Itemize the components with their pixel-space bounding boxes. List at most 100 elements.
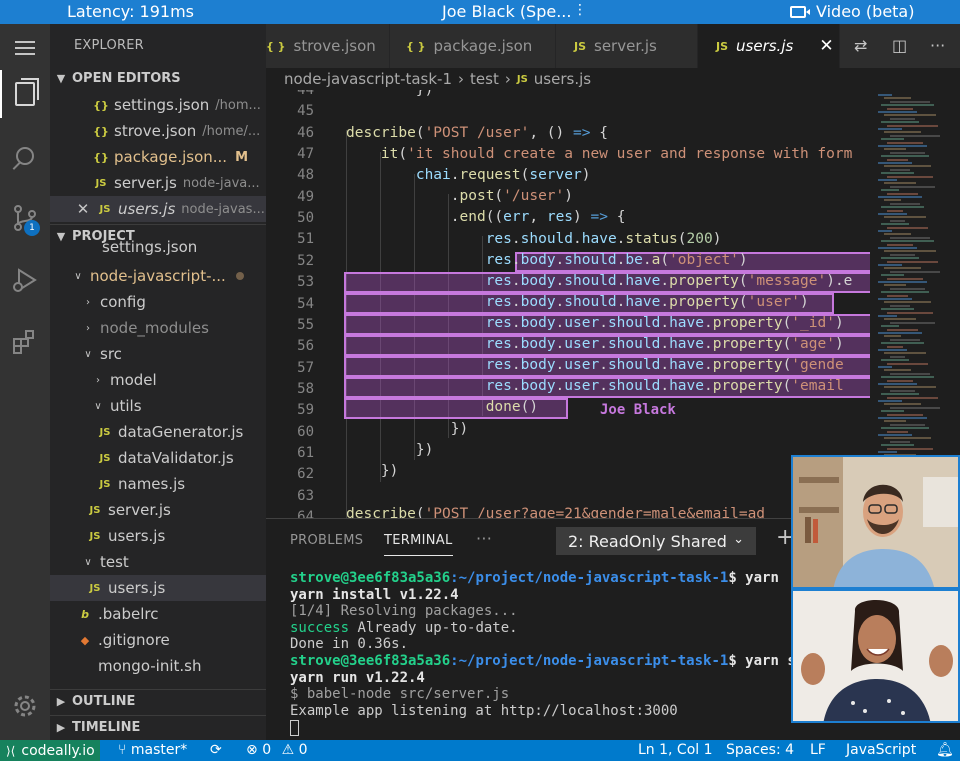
open-editors-header[interactable]: ▼ OPEN EDITORS [50,66,266,90]
menu-button[interactable] [0,24,50,72]
minimap-line [878,417,927,419]
tree-folder[interactable]: ∨ test [50,549,266,575]
code-line: chai.request(server) [415,167,591,183]
minimap-line [878,264,902,266]
terminal-line: Example app listening at http://localhos… [290,703,678,719]
tree-folder[interactable]: ∨ src [50,341,266,367]
minimap-line [890,202,920,205]
branch-indicator[interactable]: ⑂ master* [118,742,187,758]
source-control-button[interactable]: 1 [0,194,50,242]
tree-file[interactable]: ◆ .gitignore [50,627,266,653]
minimap-line [890,168,910,171]
minimap-line [884,199,901,202]
minimap-line [878,349,907,351]
tree-file[interactable]: b .babelrc [50,601,266,627]
open-editor-item[interactable]: JS server.js node-java... [50,170,266,196]
presenter-name[interactable]: Joe Black (Spe... [442,2,571,21]
code-editor[interactable]: 44 45 46 47 48 49 50 51 52 53 54 55 56 57 58 59 60 61 62 63… [266,90,870,518]
video-tile-participant-2[interactable] [791,589,960,723]
video-toggle[interactable]: Video (beta) [790,2,914,21]
close-icon[interactable]: ✕ [74,200,92,218]
breadcrumb-folder[interactable]: node-javascript-task-1 [284,70,452,88]
remote-indicator[interactable]: ⟩⟨ codeally.io [0,740,100,761]
problems-indicator[interactable]: ⊗ 0 ⚠ 0 [246,742,308,758]
explorer-button[interactable] [0,70,50,118]
minimap[interactable] [870,90,960,518]
minimap-line [881,223,909,226]
tree-file[interactable]: mongo-init.sh [50,653,266,679]
cursor-position[interactable]: Ln 1, Col 1 [638,742,713,758]
tree-folder[interactable]: › node_modules [50,315,266,341]
tab-server-js[interactable]: JS server.js [556,24,698,68]
breadcrumb-file[interactable]: users.js [534,70,591,88]
remote-icon: ⟩⟨ [6,743,16,758]
minimap-line [887,413,923,416]
breadcrumb-subfolder[interactable]: test [470,70,499,88]
line-number: 57 [297,359,314,376]
language-mode[interactable]: JavaScript [846,742,916,758]
close-icon[interactable]: ✕ [819,36,833,56]
minimap-line [884,250,936,253]
line-number: 64 [297,509,314,518]
minimap-line [890,287,925,290]
open-editor-item-active[interactable]: ✕ JS users.js node-javas... [50,196,266,222]
tree-folder[interactable]: ∨ utils [50,393,266,419]
tab-terminal[interactable]: TERMINAL [384,533,453,556]
babel-icon: b [81,607,89,621]
git-icon: ◆ [80,633,90,647]
open-editor-item[interactable]: {} strove.json /home/... [50,118,266,144]
tree-file[interactable]: JS dataGenerator.js [50,419,266,445]
more-panel-icon[interactable]: ··· [476,529,492,548]
code-line: done() [485,399,539,415]
tree-file[interactable]: JS server.js [50,497,266,523]
timeline-header[interactable]: ▶ TIMELINE [50,715,266,739]
terminal-select[interactable]: 2: ReadOnly Shared ⌄ [556,527,756,555]
tree-item[interactable]: settings.json [50,238,266,256]
bell-icon[interactable]: 🔔︎ [936,742,954,758]
tree-folder[interactable]: › config [50,289,266,315]
minimap-line [878,145,927,147]
tree-file[interactable]: JS names.js [50,471,266,497]
extensions-button[interactable] [0,318,50,366]
video-tile-participant-1[interactable] [791,455,960,589]
minimap-line [887,124,938,127]
minimap-line [881,342,924,345]
sync-icon[interactable]: ⟳ [210,742,222,758]
run-debug-button[interactable] [0,256,50,304]
code-line: }) [346,421,469,437]
tab-package-json[interactable]: { } package.json [390,24,556,68]
outline-header[interactable]: ▶ OUTLINE [50,689,266,713]
tab-strove-json[interactable]: { } strove.json [266,24,390,68]
more-menu-icon[interactable]: ⋮ [573,2,587,18]
tab-problems[interactable]: PROBLEMS [290,533,363,548]
tree-folder[interactable]: › model [50,367,266,393]
js-file-icon: JS [716,39,729,53]
tree-file[interactable]: JS users.js [50,523,266,549]
more-actions-icon[interactable]: ··· [930,36,945,55]
chevron-right-icon: › [86,296,90,308]
open-editor-item[interactable]: {} package.json... M [50,144,266,170]
terminal-line: strove@3ee6f83a5a36:~/project/node-javas… [290,653,805,669]
tree-file-selected[interactable]: JS users.js [50,575,266,601]
tree-folder-root[interactable]: ∨ node-javascript-... [50,263,266,289]
open-editor-item[interactable]: {} settings.json /hom... [50,92,266,118]
line-ending[interactable]: LF [810,742,826,758]
minimap-line [878,434,912,436]
minimap-line [890,100,930,103]
search-button[interactable] [0,132,50,180]
terminal-cursor [290,720,299,736]
minimap-line [881,257,919,260]
settings-button[interactable] [0,682,50,730]
minimap-line [884,318,916,321]
minimap-line [881,274,904,277]
split-editor-icon[interactable]: ◫ [892,36,907,55]
line-number: 56 [297,338,314,355]
tab-users-js[interactable]: JS users.js ✕ [698,24,840,68]
minimap-line [884,131,921,134]
minimap-line [887,396,938,399]
json-file-icon: { } [406,39,426,53]
indentation[interactable]: Spaces: 4 [726,742,794,758]
compare-changes-icon[interactable]: ⇄ [854,36,867,55]
minimap-line [890,185,935,188]
tree-file[interactable]: JS dataValidator.js [50,445,266,471]
